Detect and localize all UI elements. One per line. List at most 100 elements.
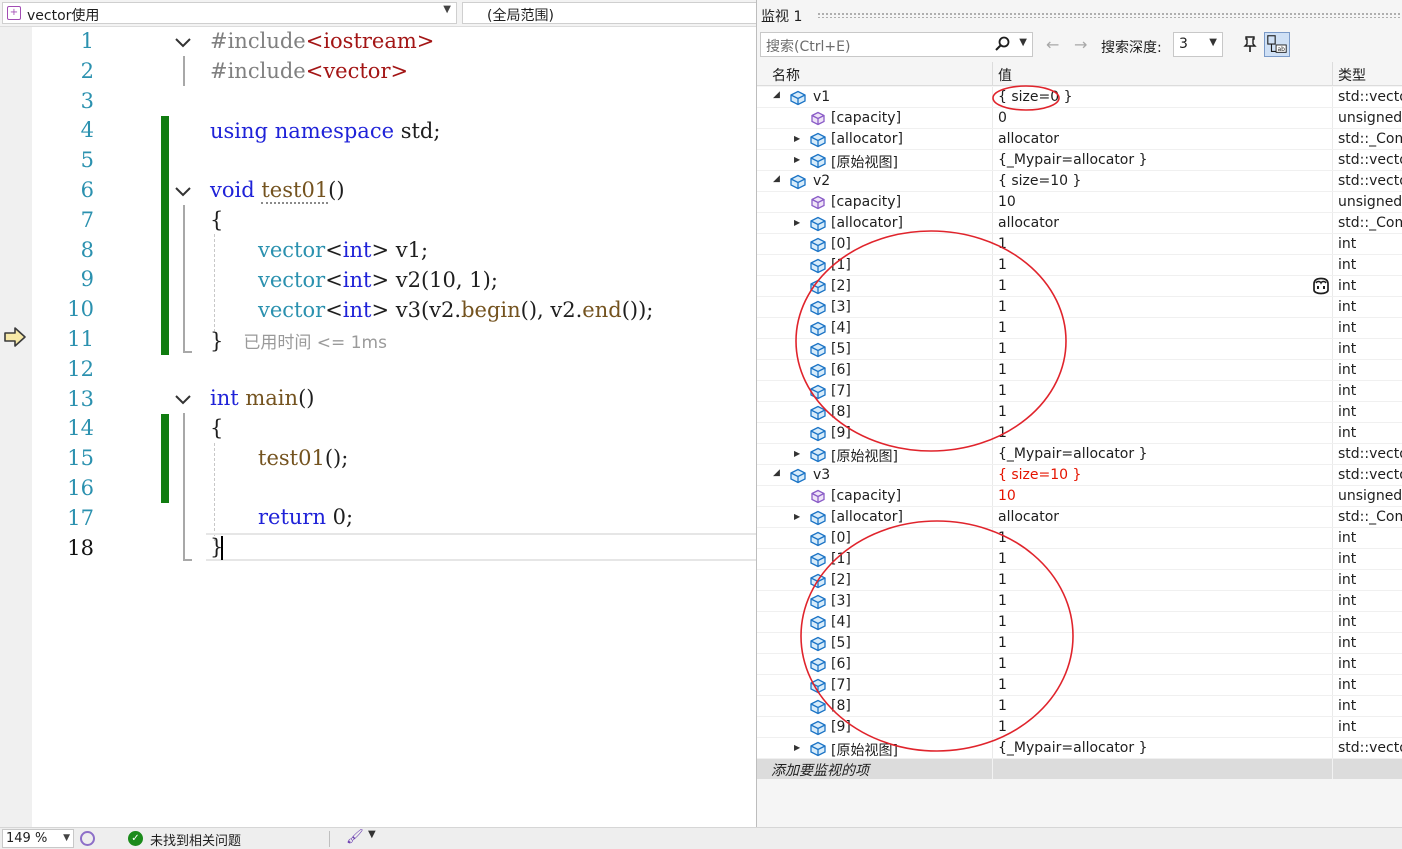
watch-variable-list[interactable]: ◢v1{ size=0 }std::vector[capacity]0unsig…	[757, 87, 1402, 759]
watch-row[interactable]: [6] 1 int	[757, 360, 1402, 381]
watch-row-value[interactable]: 1	[998, 320, 1007, 336]
search-icon[interactable]	[994, 36, 1010, 52]
code-line-7[interactable]: {	[210, 208, 223, 232]
watch-row-value[interactable]: 1	[998, 362, 1007, 378]
watch-row-value[interactable]: 10	[998, 194, 1016, 210]
intellicode-icon[interactable]	[80, 831, 95, 846]
watch-row-value[interactable]: 1	[998, 572, 1007, 588]
add-watch-row[interactable]: 添加要监视的项	[757, 759, 1402, 779]
column-resize-handle[interactable]	[1332, 62, 1333, 86]
watch-row-value[interactable]: 1	[998, 698, 1007, 714]
watch-row-value[interactable]: 1	[998, 404, 1007, 420]
watch-row-value[interactable]: 0	[998, 110, 1007, 126]
column-resize-handle[interactable]	[992, 62, 993, 86]
watch-row[interactable]: [6] 1 int	[757, 654, 1402, 675]
search-depth-dropdown[interactable]: 3 ▼	[1173, 32, 1223, 57]
watch-row[interactable]: [0] 1 int	[757, 528, 1402, 549]
scope-dropdown[interactable]: (全局范围)	[462, 2, 762, 24]
watch-row[interactable]: [9] 1 int	[757, 717, 1402, 738]
code-line-1[interactable]: #include<iostream>	[210, 29, 434, 53]
watch-row-value[interactable]: { size=0 }	[998, 89, 1073, 105]
watch-row-value[interactable]: { size=10 }	[998, 467, 1081, 483]
watch-row-value[interactable]: 1	[998, 299, 1007, 315]
watch-row-value[interactable]: 1	[998, 593, 1007, 609]
watch-row[interactable]: ▶ [allocator] allocator std::_Comp	[757, 129, 1402, 150]
column-value-header[interactable]: 值	[998, 65, 1012, 85]
collapse-chevron-icon[interactable]	[174, 185, 192, 199]
code-line-8[interactable]: vector<int> v1;	[258, 238, 428, 262]
zoom-dropdown[interactable]: 149 % ▼	[2, 829, 74, 848]
hex-display-toggle[interactable]: ab	[1264, 32, 1290, 57]
expand-triangle-icon[interactable]: ▶	[794, 218, 806, 232]
code-line-15[interactable]: test01();	[258, 446, 348, 470]
watch-row-value[interactable]: {_Mypair=allocator }	[998, 740, 1147, 756]
drag-grip[interactable]	[817, 12, 1402, 18]
code-line-17[interactable]: return 0;	[258, 505, 353, 529]
watch-row[interactable]: ▶ [allocator] allocator std::_Comp	[757, 507, 1402, 528]
watch-row[interactable]: [4] 1 int	[757, 318, 1402, 339]
watch-row-value[interactable]: {_Mypair=allocator }	[998, 446, 1147, 462]
code-line-6[interactable]: void test01()	[210, 178, 345, 204]
code-line-2[interactable]: #include<vector>	[210, 59, 408, 83]
glyph-margin[interactable]	[0, 27, 32, 827]
collapse-triangle-icon[interactable]: ◢	[773, 90, 785, 104]
watch-row[interactable]: [5] 1 int	[757, 339, 1402, 360]
watch-row-value[interactable]: 1	[998, 530, 1007, 546]
watch-row-value[interactable]: 1	[998, 425, 1007, 441]
arrow-right-icon[interactable]: →	[1074, 35, 1087, 54]
watch-row[interactable]: [1] 1 int	[757, 549, 1402, 570]
watch-row-value[interactable]: { size=10 }	[998, 173, 1081, 189]
pin-icon[interactable]	[1240, 34, 1260, 54]
code-cleanup-brush-icon[interactable]: 🖌	[346, 829, 364, 845]
watch-row[interactable]: [8] 1 int	[757, 402, 1402, 423]
watch-row-value[interactable]: 1	[998, 656, 1007, 672]
expand-triangle-icon[interactable]: ▶	[794, 155, 806, 169]
watch-row[interactable]: [5] 1 int	[757, 633, 1402, 654]
watch-row[interactable]: ◢ v1 { size=0 } std::vector	[757, 87, 1402, 108]
code-editor[interactable]: 1 2 3 4 5 6 7 8 9 10 11 12 13 14 15 16 17 18 #include<ios…	[0, 27, 756, 827]
watch-row[interactable]: ◢ v3 { size=10 } std::vector	[757, 465, 1402, 486]
watch-row-value[interactable]: 1	[998, 236, 1007, 252]
code-line-14[interactable]: {	[210, 416, 223, 440]
watch-row-value[interactable]: allocator	[998, 215, 1059, 231]
copilot-icon[interactable]	[1311, 277, 1331, 295]
collapse-chevron-icon[interactable]	[174, 393, 192, 407]
code-line-11[interactable]: } 已用时间 <= 1ms	[210, 328, 387, 353]
expand-triangle-icon[interactable]: ▶	[794, 512, 806, 526]
watch-row[interactable]: ◢ v2 { size=10 } std::vector	[757, 171, 1402, 192]
watch-row[interactable]: [7] 1 int	[757, 381, 1402, 402]
watch-row[interactable]: [3] 1 int	[757, 591, 1402, 612]
watch-row[interactable]: [1] 1 int	[757, 255, 1402, 276]
watch-row-value[interactable]: 1	[998, 341, 1007, 357]
expand-triangle-icon[interactable]: ▶	[794, 449, 806, 463]
watch-row-value[interactable]: 1	[998, 635, 1007, 651]
watch-row[interactable]: [7] 1 int	[757, 675, 1402, 696]
watch-row-value[interactable]: 1	[998, 278, 1007, 294]
watch-row-value[interactable]: allocator	[998, 131, 1059, 147]
chevron-down-icon[interactable]: ▼	[368, 829, 376, 840]
issues-status[interactable]: 未找到相关问题	[150, 830, 241, 849]
watch-row[interactable]: [capacity] 0 unsigned ...	[757, 108, 1402, 129]
watch-row[interactable]: ▶ [原始视图] {_Mypair=allocator } std::vector	[757, 150, 1402, 171]
watch-row[interactable]: ▶ [原始视图] {_Mypair=allocator } std::vector	[757, 738, 1402, 759]
watch-row-value[interactable]: 1	[998, 257, 1007, 273]
watch-title-bar[interactable]: 监视 1	[757, 0, 1402, 30]
watch-row[interactable]: [9] 1 int	[757, 423, 1402, 444]
watch-row-value[interactable]: 1	[998, 551, 1007, 567]
watch-row[interactable]: [0] 1 int	[757, 234, 1402, 255]
collapse-chevron-icon[interactable]	[174, 36, 192, 50]
code-line-4[interactable]: using namespace std;	[210, 119, 440, 143]
watch-search-input[interactable]: 搜索(Ctrl+E) ▼	[760, 32, 1033, 57]
watch-row[interactable]: ▶ [原始视图] {_Mypair=allocator } std::vector	[757, 444, 1402, 465]
column-name-header[interactable]: 名称	[772, 65, 800, 85]
chevron-down-icon[interactable]: ▼	[1019, 37, 1027, 48]
watch-row-value[interactable]: 1	[998, 614, 1007, 630]
collapse-triangle-icon[interactable]: ◢	[773, 174, 785, 188]
watch-row[interactable]: [8] 1 int	[757, 696, 1402, 717]
watch-row-value[interactable]: {_Mypair=allocator }	[998, 152, 1147, 168]
code-line-10[interactable]: vector<int> v3(v2.begin(), v2.end());	[258, 298, 653, 322]
watch-row[interactable]: [2] 1 int	[757, 570, 1402, 591]
expand-triangle-icon[interactable]: ▶	[794, 134, 806, 148]
collapse-triangle-icon[interactable]: ◢	[773, 468, 785, 482]
watch-row-value[interactable]: 1	[998, 719, 1007, 735]
